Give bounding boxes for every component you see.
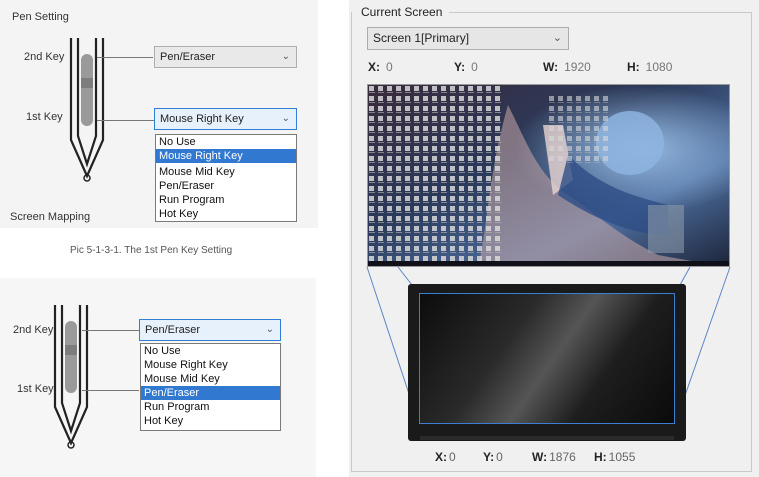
h-value: 1055 bbox=[608, 450, 636, 464]
w-label: W: bbox=[532, 450, 548, 464]
tablet-y: Y: 0 bbox=[483, 450, 503, 464]
x-label: X: bbox=[435, 450, 447, 464]
tablet-x: X: 0 bbox=[435, 450, 456, 464]
y-label: Y: bbox=[483, 450, 495, 464]
tablet-w: W: 1876 bbox=[532, 450, 576, 464]
y-value: 0 bbox=[496, 450, 503, 464]
x-value: 0 bbox=[449, 450, 456, 464]
tablet-h: H: 1055 bbox=[594, 450, 635, 464]
h-label: H: bbox=[594, 450, 607, 464]
tablet-bottom-bezel bbox=[420, 436, 674, 440]
w-value: 1876 bbox=[549, 450, 576, 464]
tablet-active-area[interactable] bbox=[419, 293, 675, 424]
